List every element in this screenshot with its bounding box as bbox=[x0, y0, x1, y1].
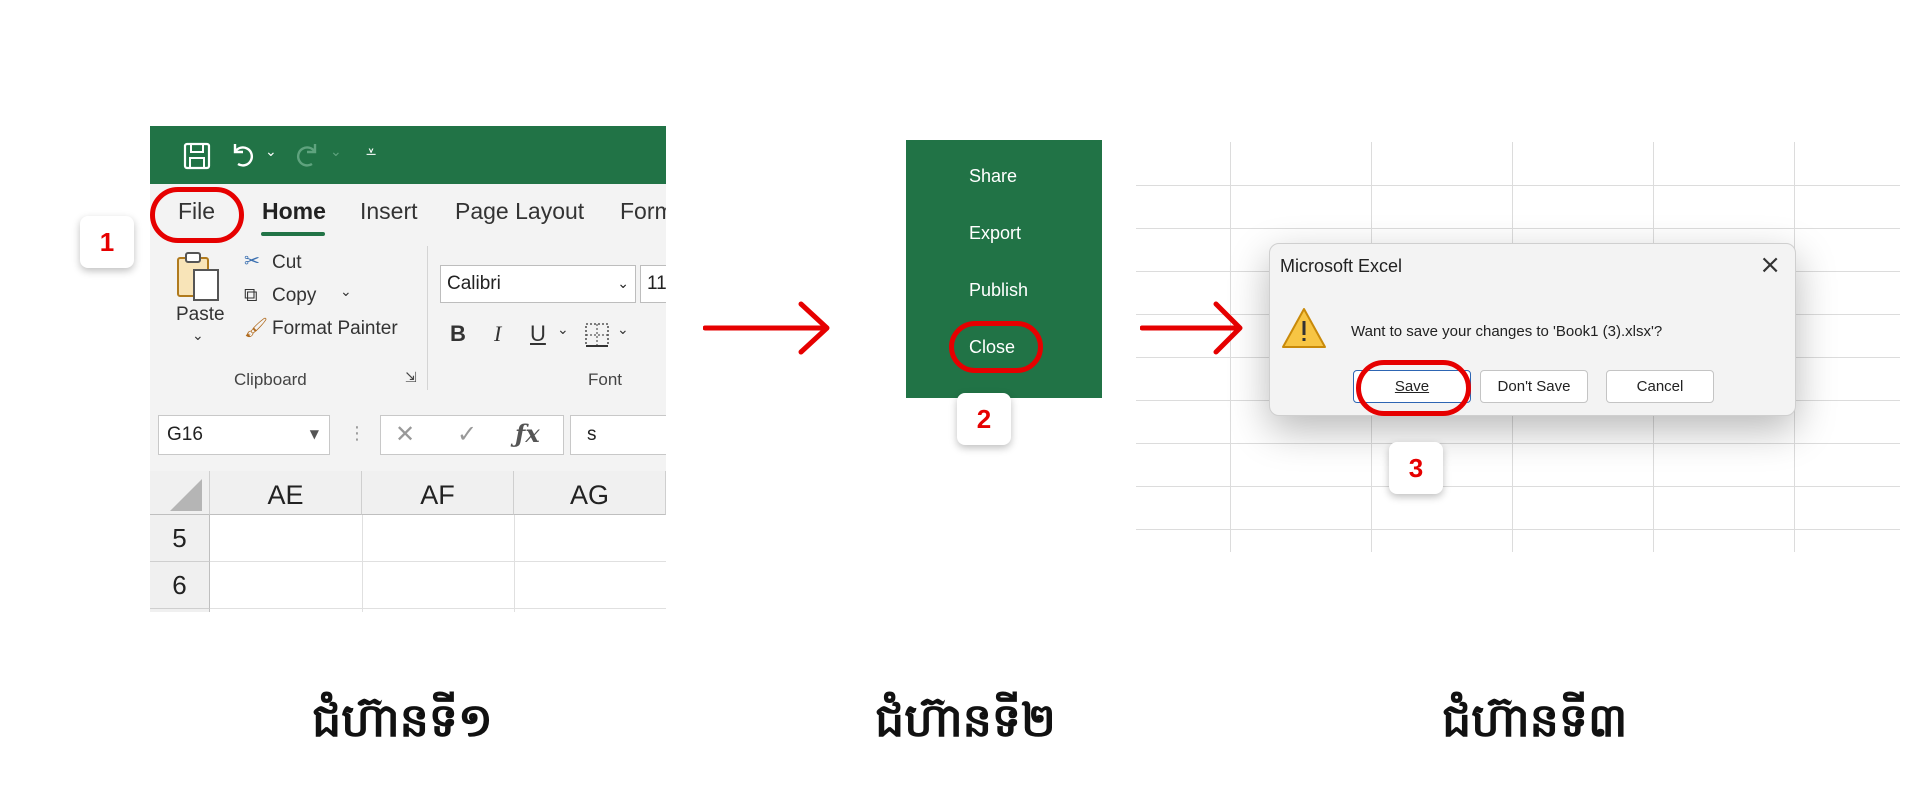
grid-line bbox=[210, 608, 666, 609]
menu-item-export[interactable]: Export bbox=[969, 223, 1021, 244]
dialog-launcher-icon[interactable]: ⇲ bbox=[405, 370, 417, 386]
paste-dropdown-icon[interactable]: ⌄ bbox=[192, 328, 204, 344]
formula-input-value: s bbox=[587, 424, 597, 445]
grid-line bbox=[514, 515, 515, 612]
cancel-button[interactable]: Cancel bbox=[1606, 370, 1714, 403]
more-options-icon[interactable]: ⋮ bbox=[348, 423, 366, 444]
copy-dropdown-icon[interactable]: ⌄ bbox=[340, 284, 352, 300]
spreadsheet-grid: AE AF AG 5 6 bbox=[150, 471, 666, 612]
fx-icon[interactable]: ƒx bbox=[515, 419, 540, 448]
grid-line bbox=[1136, 529, 1900, 530]
save-icon[interactable] bbox=[182, 141, 212, 171]
step-badge-3: 3 bbox=[1389, 442, 1443, 494]
quick-access-toolbar: ⌄ ⌄ ⩡ bbox=[150, 126, 666, 184]
ribbon-home: Paste ⌄ ✂ Cut ⧉ Copy ⌄ 🖌 Format Painter … bbox=[150, 242, 666, 394]
font-size-select[interactable]: 11 bbox=[640, 265, 666, 303]
column-header-af[interactable]: AF bbox=[362, 471, 514, 515]
dialog-title: Microsoft Excel bbox=[1280, 256, 1403, 276]
active-tab-indicator bbox=[261, 232, 325, 236]
highlight-save-button bbox=[1356, 360, 1471, 416]
caption-step-1: ជំហ៊ានទី១ bbox=[312, 693, 493, 747]
step-badge-2: 2 bbox=[957, 393, 1011, 445]
group-separator bbox=[427, 246, 428, 390]
grid-line bbox=[1136, 228, 1900, 229]
undo-icon[interactable] bbox=[228, 140, 258, 170]
dont-save-button[interactable]: Don't Save bbox=[1480, 370, 1588, 403]
format-painter-icon[interactable]: 🖌 bbox=[244, 316, 268, 339]
undo-dropdown-icon[interactable]: ⌄ bbox=[265, 144, 277, 160]
cut-label[interactable]: Cut bbox=[272, 252, 302, 274]
font-name-select[interactable]: Calibri ⌄ bbox=[440, 265, 636, 303]
arrow-right-icon bbox=[1140, 301, 1243, 355]
borders-icon[interactable] bbox=[584, 322, 610, 348]
tab-page-layout[interactable]: Page Layout bbox=[455, 198, 584, 225]
formula-actions: ✕ ✓ ƒx bbox=[380, 415, 564, 455]
row-header-7[interactable] bbox=[150, 609, 210, 612]
grid-line bbox=[362, 515, 363, 612]
grid-line bbox=[1136, 486, 1900, 487]
chevron-down-icon: ▼ bbox=[309, 427, 319, 441]
copy-icon[interactable]: ⧉ bbox=[244, 284, 258, 306]
highlight-close-item bbox=[949, 321, 1043, 373]
font-size-value: 11 bbox=[647, 273, 666, 294]
formula-bar: G16 ▼ ⋮ ✕ ✓ ƒx s bbox=[150, 401, 666, 471]
row-header-6[interactable]: 6 bbox=[150, 562, 210, 609]
paste-icon[interactable] bbox=[174, 250, 222, 302]
chevron-down-icon: ⌄ bbox=[617, 276, 629, 292]
redo-dropdown-icon[interactable]: ⌄ bbox=[330, 144, 342, 160]
dialog-message: Want to save your changes to 'Book1 (3).… bbox=[1351, 323, 1663, 340]
close-icon[interactable]: × bbox=[1759, 250, 1781, 280]
grid-line bbox=[1136, 443, 1900, 444]
caption-step-3: ជំហ៊ានទី៣ bbox=[1442, 693, 1628, 747]
caption-step-2: ជំហ៊ានទី២ bbox=[875, 693, 1056, 747]
menu-item-share[interactable]: Share bbox=[969, 166, 1017, 187]
cancel-icon[interactable]: ✕ bbox=[395, 420, 415, 448]
column-header-ae[interactable]: AE bbox=[210, 471, 362, 515]
tab-home[interactable]: Home bbox=[262, 198, 326, 225]
format-painter-label[interactable]: Format Painter bbox=[272, 318, 398, 340]
cancel-button-label: Cancel bbox=[1636, 378, 1684, 395]
name-box[interactable]: G16 ▼ bbox=[158, 415, 330, 455]
warning-icon bbox=[1282, 308, 1326, 348]
redo-icon[interactable] bbox=[292, 140, 322, 170]
font-group-label: Font bbox=[588, 370, 623, 389]
paste-label[interactable]: Paste bbox=[176, 304, 225, 326]
underline-dropdown-icon[interactable]: ⌄ bbox=[557, 322, 569, 338]
customize-qat-icon[interactable]: ⩡ bbox=[366, 142, 376, 163]
font-name-value: Calibri bbox=[447, 273, 501, 294]
tab-formulas[interactable]: Form bbox=[620, 198, 666, 225]
name-box-value: G16 bbox=[167, 424, 203, 445]
arrow-right-icon bbox=[703, 301, 830, 355]
row-header-5[interactable]: 5 bbox=[150, 515, 210, 562]
select-all-corner[interactable] bbox=[150, 471, 210, 515]
grid-line bbox=[1136, 185, 1900, 186]
formula-input[interactable]: s bbox=[570, 415, 666, 455]
grid-line bbox=[210, 561, 666, 562]
save-changes-dialog: Microsoft Excel × Want to save your chan… bbox=[1269, 243, 1796, 416]
tab-insert[interactable]: Insert bbox=[360, 198, 418, 225]
step-badge-1: 1 bbox=[80, 216, 134, 268]
dont-save-button-label: Don't Save bbox=[1497, 378, 1571, 395]
borders-dropdown-icon[interactable]: ⌄ bbox=[617, 322, 629, 338]
highlight-file-tab bbox=[150, 187, 244, 243]
clipboard-group-label: Clipboard bbox=[234, 370, 307, 389]
enter-icon[interactable]: ✓ bbox=[457, 420, 477, 448]
cut-icon[interactable]: ✂ bbox=[244, 250, 260, 272]
underline-button[interactable]: U bbox=[530, 321, 546, 347]
copy-label[interactable]: Copy bbox=[272, 285, 316, 307]
bold-button[interactable]: B bbox=[450, 321, 466, 347]
italic-button[interactable]: I bbox=[494, 321, 501, 347]
menu-item-publish[interactable]: Publish bbox=[969, 280, 1028, 301]
column-header-ag[interactable]: AG bbox=[514, 471, 666, 515]
